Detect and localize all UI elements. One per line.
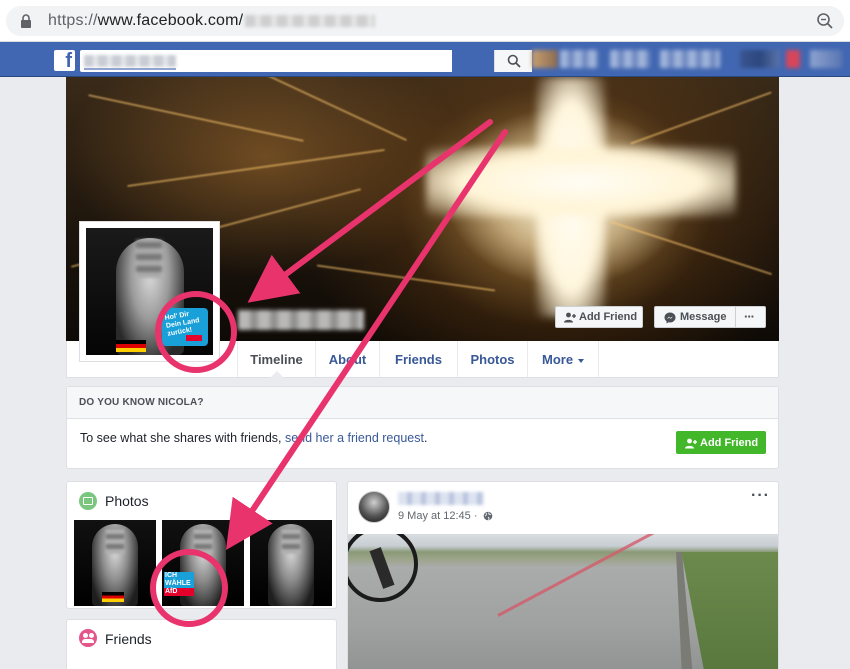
message-button[interactable]: Message: [654, 306, 736, 328]
friends-icon: [79, 629, 97, 647]
profile-name-redacted[interactable]: [238, 310, 364, 330]
add-friend-label: Add Friend: [579, 311, 638, 323]
tab-about[interactable]: About: [315, 341, 379, 377]
more-options-button[interactable]: ···: [735, 306, 766, 328]
add-person-icon: [564, 312, 576, 323]
chevron-down-icon: [578, 359, 584, 363]
nav-icons-redacted[interactable]: [740, 50, 780, 68]
search-query-redacted: [84, 55, 176, 67]
post-timestamp[interactable]: 9 May at 12:45 ·: [398, 510, 493, 522]
add-friend-green-label: Add Friend: [700, 437, 759, 449]
url-path-redacted: [245, 14, 376, 27]
url-host: www.facebook.com/: [97, 12, 244, 29]
afd-badge: Hol' Dir Dein Land zurück!: [162, 308, 208, 346]
nav-name-redacted[interactable]: [560, 50, 598, 68]
tab-photos[interactable]: Photos: [457, 341, 527, 377]
facebook-top-bar: f: [0, 42, 850, 77]
photos-title[interactable]: Photos: [105, 493, 149, 509]
globe-icon: [483, 511, 492, 521]
profile-picture[interactable]: Hol' Dir Dein Land zurück!: [79, 221, 220, 362]
nav-home-redacted[interactable]: [610, 50, 650, 68]
tab-timeline[interactable]: Timeline: [237, 341, 315, 378]
timeline-post: 9 May at 12:45 · ···: [347, 481, 779, 669]
messenger-icon: [664, 312, 676, 324]
photo-thumbnail[interactable]: [74, 520, 156, 606]
address-bar[interactable]: https://www.facebook.com/: [6, 6, 844, 36]
ich-waehle-afd-overlay: ICH WÄHLE AfD: [164, 572, 194, 596]
tab-more[interactable]: More: [527, 341, 599, 377]
zoom-icon[interactable]: [816, 12, 834, 30]
browser-toolbar: https://www.facebook.com/: [0, 0, 850, 42]
facebook-logo-icon[interactable]: f: [54, 50, 75, 72]
add-person-icon: [685, 438, 697, 449]
tab-friends[interactable]: Friends: [379, 341, 457, 377]
search-button[interactable]: [494, 50, 532, 72]
more-options-icon: ···: [744, 309, 755, 324]
do-you-know-heading: DO YOU KNOW NICOLA?: [79, 397, 204, 408]
lock-icon: [21, 14, 31, 28]
nav-find-friends-redacted[interactable]: [660, 50, 720, 68]
message-label: Message: [680, 311, 727, 323]
post-menu-icon[interactable]: ···: [751, 487, 770, 505]
notification-badge-redacted[interactable]: [786, 50, 800, 68]
photos-card: Photos ICH WÄHLE AfD: [66, 481, 337, 609]
do-you-know-card: DO YOU KNOW NICOLA? To see what she shar…: [66, 386, 779, 469]
url-scheme: https://: [48, 12, 98, 29]
german-flag: [116, 340, 146, 352]
face-redacted: [136, 240, 162, 278]
send-friend-request-link[interactable]: send her a friend request: [285, 431, 424, 445]
add-friend-button[interactable]: Add Friend: [555, 306, 643, 328]
photos-icon: [79, 492, 97, 510]
search-input[interactable]: [80, 50, 532, 72]
nav-menu-redacted[interactable]: [810, 50, 842, 68]
friends-card: Friends: [66, 619, 337, 669]
post-author-redacted[interactable]: [398, 492, 484, 505]
nav-avatar-redacted[interactable]: [532, 50, 558, 68]
post-photo[interactable]: [348, 534, 778, 669]
friends-title[interactable]: Friends: [105, 631, 152, 647]
add-friend-green-button[interactable]: Add Friend: [676, 431, 766, 454]
avatar[interactable]: [358, 491, 390, 523]
photo-thumbnail[interactable]: ICH WÄHLE AfD: [162, 520, 244, 606]
photo-thumbnail[interactable]: [250, 520, 332, 606]
do-you-know-text: To see what she shares with friends, sen…: [80, 431, 428, 445]
url-text: https://www.facebook.com/: [48, 12, 376, 30]
search-icon: [507, 54, 521, 68]
